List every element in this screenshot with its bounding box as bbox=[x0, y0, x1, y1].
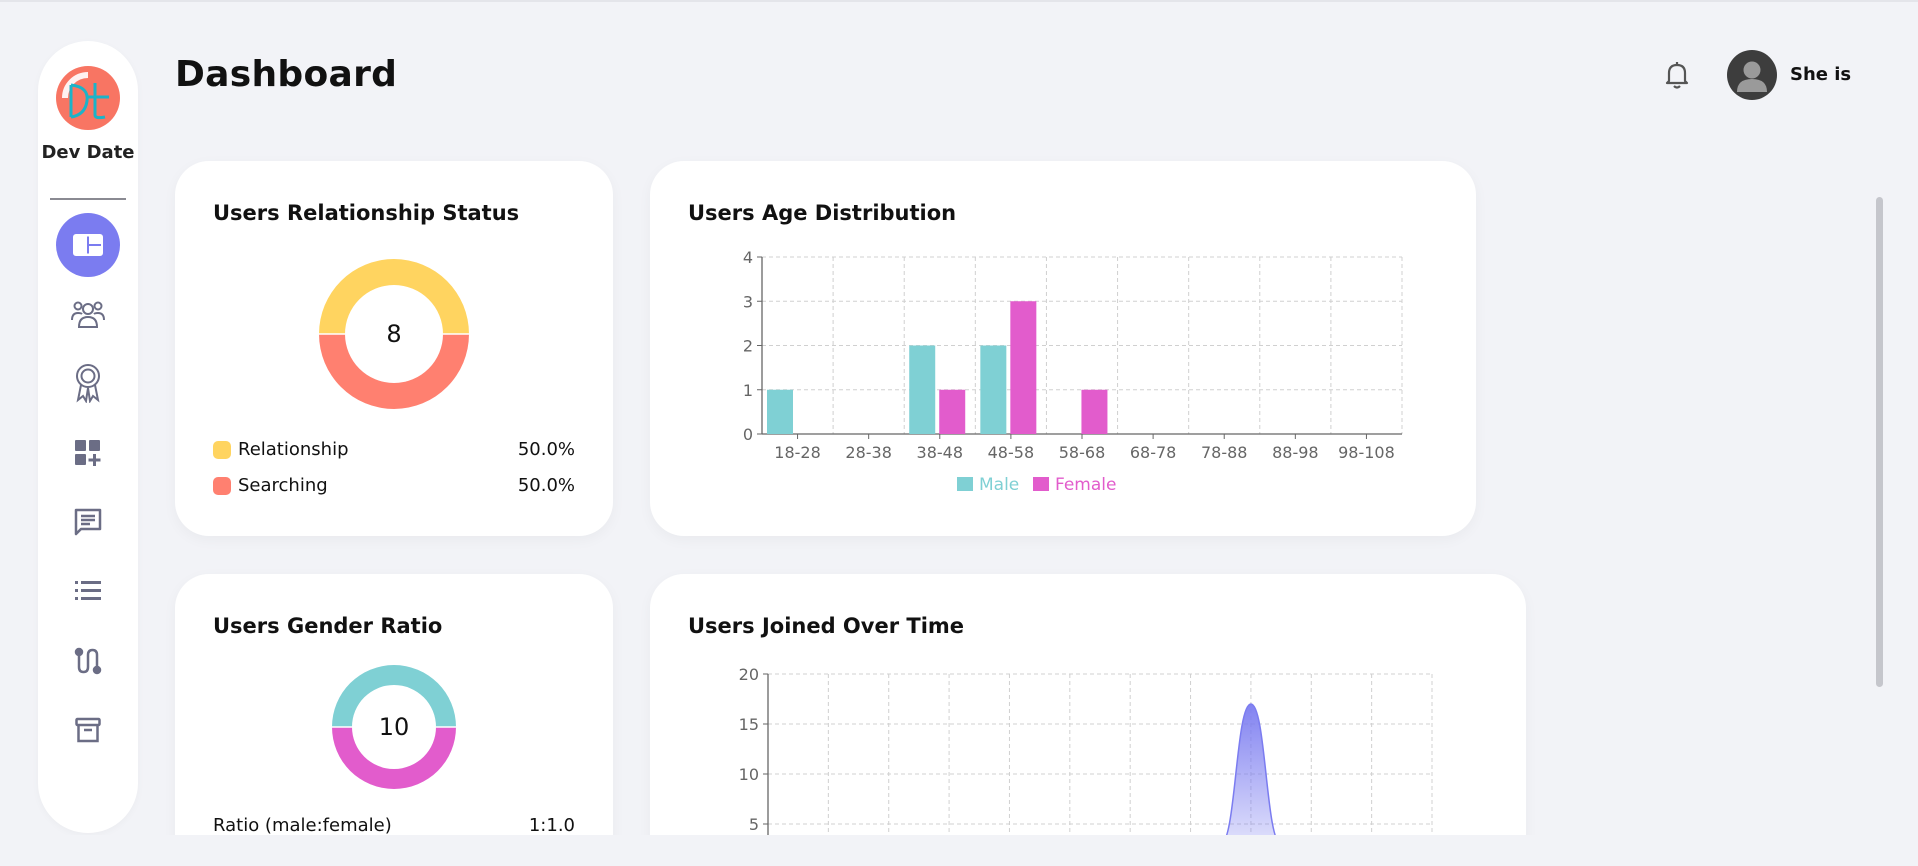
bell-icon[interactable] bbox=[1663, 60, 1691, 90]
ratio-value: 1:1.0 bbox=[528, 815, 575, 836]
sidebar: Dev Date bbox=[38, 41, 138, 833]
bar-female[interactable] bbox=[1010, 301, 1037, 434]
gender-card-title: Users Gender Ratio bbox=[213, 614, 443, 638]
archive-icon bbox=[75, 717, 101, 743]
joined-over-time-chart: 5 10 15 20 bbox=[739, 665, 1433, 866]
legend-swatch-searching bbox=[213, 477, 231, 495]
x-tick-label: 98-108 bbox=[1338, 443, 1395, 462]
top-strip bbox=[0, 0, 1918, 2]
legend-value: 50.0% bbox=[517, 439, 575, 460]
widgets-add-icon bbox=[75, 440, 101, 466]
y-tick-label: 20 bbox=[739, 665, 759, 684]
avatar[interactable] bbox=[1727, 50, 1777, 100]
x-tick-label: 58-68 bbox=[1059, 443, 1106, 462]
legend-label-male[interactable]: Male bbox=[979, 475, 1019, 495]
list-icon bbox=[75, 581, 101, 600]
legend-value: 50.0% bbox=[517, 475, 575, 496]
user-name[interactable]: She is bbox=[1790, 64, 1851, 85]
y-tick-label: 2 bbox=[743, 337, 753, 356]
nav-dashboard[interactable] bbox=[56, 213, 120, 277]
legend-searching: Searching 50.0% bbox=[213, 474, 575, 498]
bar-male[interactable] bbox=[980, 345, 1007, 435]
dev-date-logo[interactable] bbox=[55, 65, 121, 131]
legend-swatch-male[interactable] bbox=[957, 477, 973, 491]
x-tick-label: 48-58 bbox=[988, 443, 1035, 462]
legend-label-female[interactable]: Female bbox=[1055, 475, 1116, 495]
award-ribbon-icon bbox=[76, 364, 100, 403]
y-tick-label: 15 bbox=[739, 715, 759, 734]
scrollbar[interactable] bbox=[1876, 197, 1883, 687]
legend-label: Relationship bbox=[238, 439, 349, 460]
x-tick-label: 28-38 bbox=[845, 443, 892, 462]
bar-male[interactable] bbox=[909, 345, 936, 435]
y-tick-label: 5 bbox=[749, 815, 759, 834]
y-tick-label: 1 bbox=[743, 381, 753, 400]
legend-swatch-female[interactable] bbox=[1033, 477, 1049, 491]
avatar-person-icon bbox=[1737, 61, 1767, 92]
dashboard-icon bbox=[73, 234, 103, 256]
x-tick-label: 88-98 bbox=[1272, 443, 1319, 462]
page-bottom-band bbox=[0, 835, 1918, 866]
nav-users[interactable] bbox=[56, 282, 120, 346]
route-icon bbox=[74, 647, 102, 675]
x-tick-label: 68-78 bbox=[1130, 443, 1177, 462]
nav-awards[interactable] bbox=[56, 351, 120, 415]
x-tick-label: 78-88 bbox=[1201, 443, 1248, 462]
nav-list[interactable] bbox=[56, 559, 120, 623]
y-tick-label: 0 bbox=[743, 425, 753, 444]
ratio-label: Ratio (male:female) bbox=[213, 815, 392, 836]
relationship-card-title: Users Relationship Status bbox=[213, 201, 520, 225]
bar-male[interactable] bbox=[767, 389, 793, 434]
brand-divider bbox=[50, 198, 126, 200]
legend-label: Searching bbox=[238, 475, 328, 496]
brand-name: Dev Date bbox=[41, 142, 135, 163]
nav-messages[interactable] bbox=[56, 490, 120, 554]
y-tick-label: 4 bbox=[743, 248, 753, 267]
nav-route[interactable] bbox=[56, 629, 120, 693]
relationship-total: 8 bbox=[386, 320, 401, 348]
chat-icon bbox=[74, 508, 102, 536]
joined-over-time-card: Users Joined Over Time 5 10 15 20 bbox=[650, 574, 1526, 866]
relationship-donut-chart: 8 bbox=[319, 259, 469, 409]
nav-archive[interactable] bbox=[56, 698, 120, 762]
bar-female[interactable] bbox=[939, 389, 966, 434]
gender-ratio-card: Users Gender Ratio 10 Ratio (male:female… bbox=[175, 574, 613, 866]
x-tick-label: 18-28 bbox=[774, 443, 821, 462]
legend-relationship: Relationship 50.0% bbox=[213, 438, 575, 462]
gender-total: 10 bbox=[379, 713, 410, 741]
age-distribution-chart: 0 1 2 3 4 18-28 28-38 38-48 48-58 58-68 68-78 78-88… bbox=[743, 248, 1403, 495]
bar-female[interactable] bbox=[1081, 389, 1108, 434]
relationship-status-card: Users Relationship Status 8 Relationship… bbox=[175, 161, 613, 536]
nav-widgets[interactable] bbox=[56, 421, 120, 485]
gender-donut-chart: 10 bbox=[332, 665, 456, 789]
age-distribution-card: Users Age Distribution 0 1 2 3 4 18-28 28-38 38… bbox=[650, 161, 1476, 536]
x-tick-label: 38-48 bbox=[917, 443, 964, 462]
page-title: Dashboard bbox=[175, 54, 398, 95]
users-icon bbox=[71, 301, 105, 328]
legend-swatch-relationship bbox=[213, 441, 231, 459]
y-tick-label: 3 bbox=[743, 292, 753, 311]
y-tick-label: 10 bbox=[739, 765, 759, 784]
